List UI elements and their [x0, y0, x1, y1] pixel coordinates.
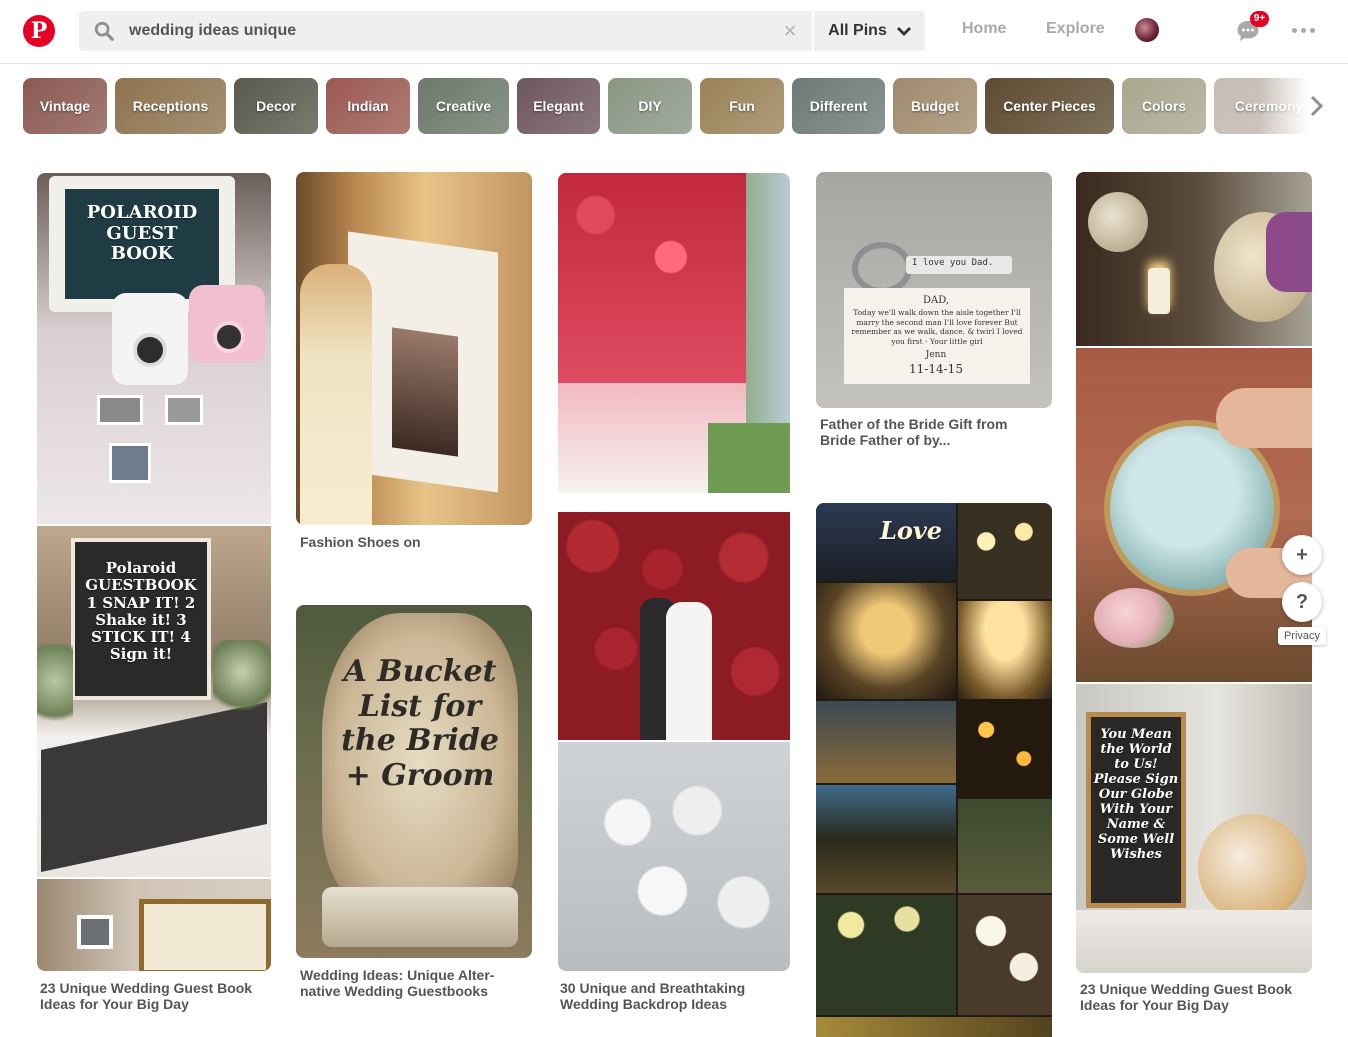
pin-image-father-keychain[interactable]: I love you Dad. DAD, Today we'll walk do…: [816, 172, 1052, 408]
guide-diy[interactable]: DIY: [608, 78, 692, 134]
love-script: Love: [879, 516, 943, 545]
pin-image-bride-signing-canvas[interactable]: [296, 172, 532, 525]
guide-center-pieces[interactable]: Center Pieces: [985, 78, 1114, 134]
pin-image-polaroid-guestbook[interactable]: POLAROID GUEST BOOK: [37, 173, 271, 524]
collage-sky-lanterns: [958, 701, 1052, 797]
flowers: [213, 640, 271, 720]
collage-string-lights: [816, 785, 956, 893]
collage-gazebo: [816, 583, 956, 699]
pin-title[interactable]: 23 Unique Wedding Guest Book Ideas for Y…: [40, 980, 260, 1012]
clear-search-icon[interactable]: ×: [779, 20, 801, 42]
hand: [1216, 388, 1312, 448]
search-scope-label: All Pins: [828, 22, 887, 39]
pin-image-rose-wall-couple[interactable]: [558, 512, 790, 740]
card-sign: Jenn: [925, 350, 947, 360]
grass: [708, 423, 790, 493]
polaroid-photo: [97, 395, 143, 425]
guides-fade: [1260, 78, 1348, 134]
bucket-list-text: A Bucket List for the Bride + Groom: [341, 654, 499, 793]
more-options-icon[interactable]: [1292, 22, 1316, 38]
chalkboard-text: Polaroid GUESTBOOK 1 SNAP IT! 2 Shake it…: [85, 559, 197, 664]
guide-receptions[interactable]: Receptions: [115, 78, 226, 134]
pinterest-logo-icon[interactable]: P: [23, 15, 55, 47]
chevron-right-icon[interactable]: [1305, 93, 1327, 119]
pin-image-flower-wall[interactable]: [558, 173, 790, 510]
guide-different[interactable]: Different: [792, 78, 885, 134]
pin-title[interactable]: 30 Unique and Breathtaking Wedding Backd…: [560, 980, 780, 1012]
pin-image-globe-candles[interactable]: [1076, 172, 1312, 346]
pin-image-paper-flower-wall[interactable]: [558, 742, 790, 971]
sleeve: [1266, 212, 1312, 292]
nav-home-link[interactable]: Home: [962, 20, 1006, 38]
polaroid-photo: [165, 395, 203, 425]
guide-creative[interactable]: Creative: [418, 78, 509, 134]
camera-lens-pink: [213, 321, 245, 353]
guide-budget[interactable]: Budget: [893, 78, 977, 134]
flowers: [1094, 588, 1174, 648]
table: [1076, 910, 1312, 973]
card-body: Today we'll walk down the aisle together…: [851, 308, 1023, 346]
search-icon: [94, 21, 114, 41]
chalkboard-text: POLAROID GUEST BOOK: [86, 202, 198, 265]
collage-tent: [958, 601, 1052, 699]
guide-elegant[interactable]: Elegant: [517, 78, 600, 134]
privacy-link[interactable]: Privacy: [1278, 627, 1326, 645]
guide-decor[interactable]: Decor: [234, 78, 318, 134]
collage-jars: [816, 701, 956, 783]
open-guestbook: [41, 701, 267, 873]
pin-title[interactable]: Father of the Bride Gift from Bride Fath…: [820, 416, 1040, 448]
flowers: [37, 644, 73, 736]
chevron-down-icon: [896, 27, 911, 36]
sign-frame: [139, 899, 271, 971]
canvas-photo: [392, 327, 458, 457]
profile-avatar[interactable]: [1135, 18, 1159, 42]
guide-fun[interactable]: Fun: [700, 78, 784, 134]
pin-title[interactable]: 23 Unique Wedding Guest Book Ideas for Y…: [1080, 981, 1300, 1013]
card-heading: DAD,: [922, 295, 950, 306]
globe-small: [1088, 192, 1148, 252]
pin-image-world-chalkboard[interactable]: You Mean the World to Us! Please Sign Ou…: [1076, 684, 1312, 973]
search-scope-dropdown[interactable]: All Pins: [814, 11, 925, 51]
collage-bottom-strip: [816, 1017, 1052, 1037]
guide-indian[interactable]: Indian: [326, 78, 410, 134]
flower-wall-red: [558, 173, 746, 383]
tag-basket: [322, 887, 518, 947]
pin-image-bucket-list-sign[interactable]: A Bucket List for the Bride + Groom: [296, 605, 532, 958]
chalkboard-text: You Mean the World to Us! Please Sign Ou…: [1093, 727, 1179, 862]
search-guides-bar: Vintage Receptions Decor Indian Creative…: [23, 78, 1328, 134]
collage-forest: [958, 799, 1052, 893]
search-bar: × All Pins: [79, 11, 925, 51]
collage-paper-lanterns: [816, 895, 956, 1015]
notifications-badge: 9+: [1250, 11, 1269, 27]
guide-colors[interactable]: Colors: [1122, 78, 1206, 134]
add-pin-button[interactable]: +: [1282, 535, 1322, 575]
pin-title[interactable]: Fashion Shoes on: [300, 534, 520, 550]
pin-title[interactable]: Wedding Ideas: Unique Alter-native Weddi…: [300, 967, 520, 999]
help-button[interactable]: ?: [1282, 582, 1322, 622]
bride: [300, 264, 372, 525]
polaroid-photo: [109, 443, 151, 483]
guide-vintage[interactable]: Vintage: [23, 78, 107, 134]
nav-explore-link[interactable]: Explore: [1046, 20, 1105, 38]
top-bar: P × All Pins Home Explore 9+: [0, 0, 1348, 64]
pin-image-wedding-lights-collage[interactable]: Love: [816, 503, 1052, 1037]
key-tag-text: I love you Dad.: [912, 258, 994, 268]
collage-white-lanterns: [958, 895, 1052, 1015]
camera-lens-white: [133, 333, 167, 367]
globe-gold: [1198, 814, 1306, 922]
bride: [666, 602, 712, 740]
collage-lanterns: [958, 503, 1052, 599]
keyring: [852, 242, 912, 294]
polaroid-photo: [77, 915, 113, 949]
search-input[interactable]: [129, 11, 829, 51]
watermark-strip: [558, 493, 790, 510]
pin-image-globe-signing[interactable]: [1076, 348, 1312, 682]
card-date: 11-14-15: [909, 362, 963, 376]
pin-image-polaroid-guestbook-2[interactable]: Polaroid GUESTBOOK 1 SNAP IT! 2 Shake it…: [37, 526, 271, 877]
candle: [1148, 268, 1170, 314]
pin-image-snap-a-photo[interactable]: [37, 879, 271, 971]
